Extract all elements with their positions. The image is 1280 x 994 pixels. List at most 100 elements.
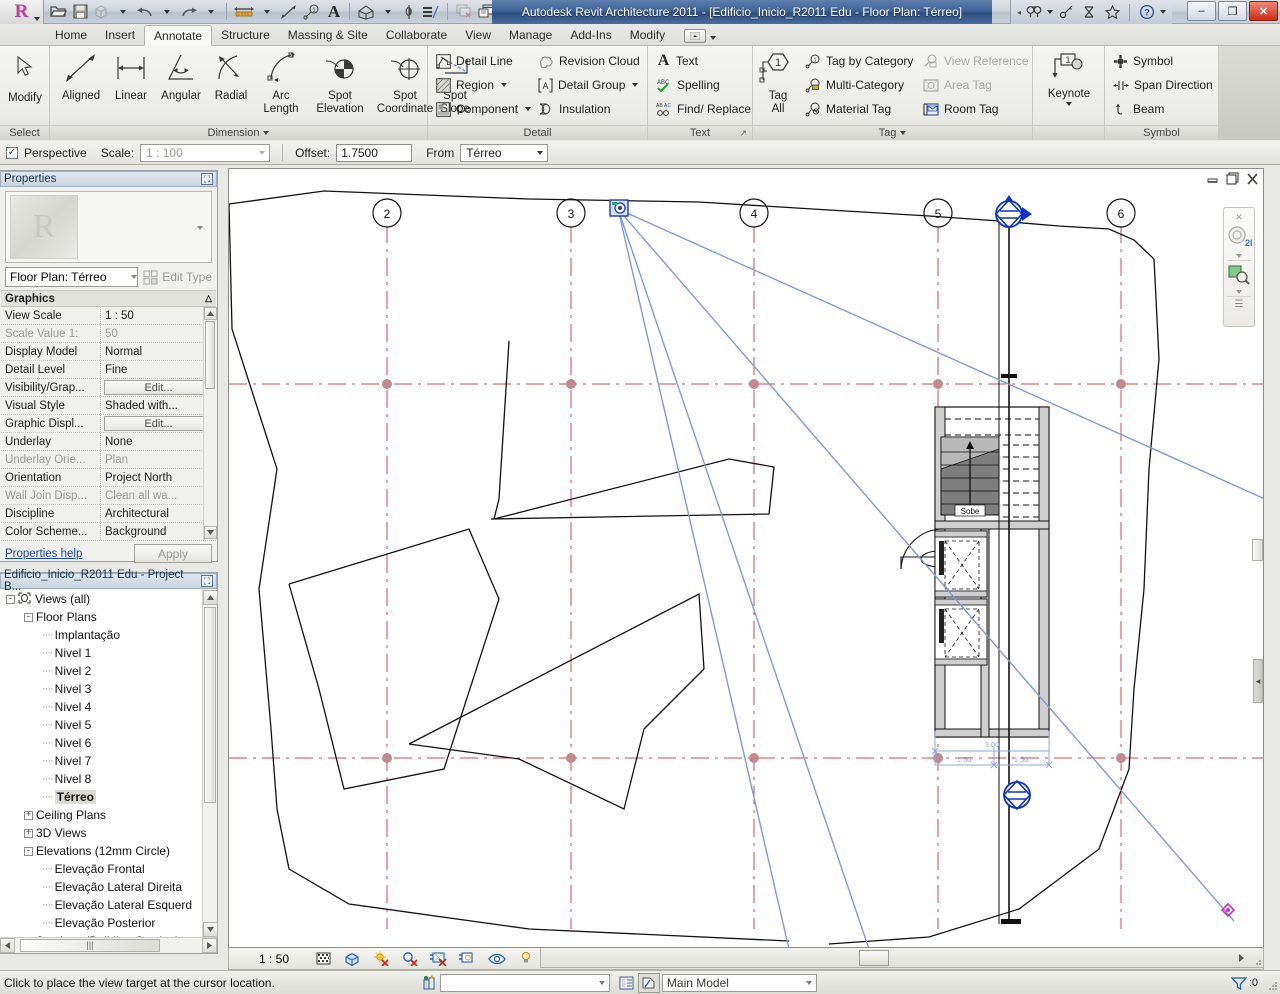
arc-length-button[interactable]: Arc Length: [254, 48, 308, 122]
navbar-close-icon[interactable]: ✕: [1235, 212, 1243, 223]
component-button[interactable]: Component: [436, 98, 532, 120]
default-3d-view-icon[interactable]: [355, 1, 377, 23]
panel-tag-expand-caret[interactable]: [900, 131, 907, 135]
property-edit-button[interactable]: Edit...: [104, 380, 213, 395]
view-close-icon[interactable]: [1246, 172, 1259, 188]
reveal-hidden-elements-icon[interactable]: [515, 949, 537, 969]
region-dropdown-caret[interactable]: [501, 83, 508, 87]
panel-text-dialog-launcher[interactable]: ↗: [739, 126, 747, 141]
ribbon-minimize-icon[interactable]: [684, 29, 707, 43]
properties-section-graphics[interactable]: Graphics △: [1, 291, 216, 307]
tree-item[interactable]: +3D Views: [0, 824, 202, 842]
type-selector-combo[interactable]: Floor Plan: Térreo: [5, 267, 139, 287]
apply-button[interactable]: Apply: [134, 544, 212, 563]
undo-dropdown-caret[interactable]: [157, 1, 177, 23]
collapse-icon[interactable]: -: [24, 612, 33, 622]
tab-structure[interactable]: Structure: [212, 24, 279, 45]
tree-item[interactable]: + Ceiling Plans: [0, 806, 202, 824]
angular-dimension-button[interactable]: Angular: [154, 48, 208, 122]
tree-item[interactable]: ···· Nivel 7: [0, 752, 202, 770]
edit-type-button[interactable]: Edit Type: [143, 269, 212, 285]
design-option-combo[interactable]: Main Model: [661, 973, 817, 992]
property-row[interactable]: Graphic Displ... Edit...: [1, 415, 216, 433]
material-tag-button[interactable]: Material Tag: [805, 98, 891, 120]
tab-home[interactable]: Home: [46, 24, 96, 45]
spelling-button[interactable]: ABC Spelling: [656, 74, 720, 96]
view-reference-button[interactable]: View Reference: [923, 50, 1029, 72]
browser-vertical-scrollbar[interactable]: [202, 590, 218, 937]
tab-insert[interactable]: Insert: [96, 24, 144, 45]
help-dropdown-caret[interactable]: [1160, 10, 1166, 14]
from-combo[interactable]: Térreo: [460, 143, 549, 162]
zoom-tool-icon[interactable]: [1226, 263, 1252, 288]
visual-style-icon[interactable]: [341, 949, 363, 969]
tree-item[interactable]: ···· Nivel 5: [0, 716, 202, 734]
infocenter-left-arrow[interactable]: ◂: [1017, 8, 1021, 17]
open-dropdown-caret[interactable]: [113, 1, 133, 23]
tree-item[interactable]: ···· Nivel 1: [0, 644, 202, 662]
help-icon[interactable]: ?: [1137, 1, 1157, 23]
room-tag-button[interactable]: Room Tag: [923, 98, 998, 120]
property-row[interactable]: Scale Value 1: 50: [1, 325, 216, 343]
tree-item[interactable]: ···· Elevação Lateral Esquerd: [0, 896, 202, 914]
canvas-vertical-scroll-thumb[interactable]: [1252, 539, 1263, 561]
aligned-dimension-button[interactable]: Aligned: [54, 48, 108, 122]
section-icon[interactable]: [399, 1, 419, 23]
communication-center-icon[interactable]: [1079, 1, 1099, 23]
save-icon[interactable]: [70, 1, 90, 23]
shadows-off-icon[interactable]: [399, 949, 421, 969]
property-row[interactable]: View Scale 1 : 50: [1, 307, 216, 325]
redo-dropdown-caret[interactable]: [201, 1, 221, 23]
tree-item[interactable]: ···· Nivel 6: [0, 734, 202, 752]
radial-dimension-button[interactable]: Radial: [204, 48, 258, 122]
tag-by-category-button[interactable]: 1 Tag by Category: [805, 50, 913, 72]
detail-group-button[interactable]: A Detail Group: [538, 74, 639, 96]
property-row[interactable]: Discipline Architectural: [1, 505, 216, 523]
canvas-hscroll-thumb[interactable]: [859, 949, 889, 966]
elevation-marker-bottom[interactable]: [1002, 779, 1032, 811]
redo-icon[interactable]: [178, 1, 200, 23]
property-row[interactable]: Wall Join Disp... Clean all wa...: [1, 487, 216, 505]
preview-dropdown-caret[interactable]: [197, 226, 203, 230]
subscription-center-icon[interactable]: [1056, 1, 1076, 23]
find-replace-button[interactable]: AB AC Find/ Replace: [656, 98, 751, 120]
tag-all-button[interactable]: 1 Tag All: [755, 48, 801, 122]
detail-group-dropdown-caret[interactable]: [632, 83, 639, 87]
beam-button[interactable]: Beam: [1113, 98, 1164, 120]
scroll-left-arrow[interactable]: [0, 938, 15, 953]
scroll-up-arrow[interactable]: [204, 307, 217, 320]
application-menu-button[interactable]: R: [0, 0, 44, 24]
collapse-icon[interactable]: -: [6, 594, 15, 604]
property-row[interactable]: Orientation Project North: [1, 469, 216, 487]
close-icon[interactable]: ⛶: [201, 173, 213, 185]
detail-line-button[interactable]: Detail Line: [436, 50, 513, 72]
span-direction-button[interactable]: Span Direction: [1113, 74, 1213, 96]
property-edit-button[interactable]: Edit...: [104, 416, 213, 431]
tree-item[interactable]: - Elevations (12mm Circle): [0, 842, 202, 860]
property-row[interactable]: Color Scheme... Background: [1, 523, 216, 541]
status-resize-grip[interactable]: [1262, 975, 1280, 991]
scroll-right-arrow[interactable]: [202, 938, 217, 953]
steering-wheel-icon[interactable]: 2D: [1226, 225, 1257, 252]
revision-cloud-button[interactable]: Revision Cloud: [538, 50, 640, 72]
temporary-hide-isolate-icon[interactable]: [486, 949, 508, 969]
close-hidden-windows-icon[interactable]: [453, 1, 475, 23]
panel-tag-title[interactable]: Tag: [753, 125, 1032, 140]
sun-path-off-icon[interactable]: [370, 949, 392, 969]
steering-wheel-caret[interactable]: [1236, 254, 1242, 258]
camera-target-marker[interactable]: [609, 199, 629, 217]
collapse-icon[interactable]: -: [24, 846, 33, 856]
detail-level-icon[interactable]: [312, 949, 334, 969]
tree-item[interactable]: - Floor Plans: [0, 608, 202, 626]
property-row[interactable]: Visual Style Shaded with...: [1, 397, 216, 415]
text-icon[interactable]: A: [324, 1, 344, 23]
ribbon-options-caret[interactable]: [710, 36, 717, 40]
crop-view-off-icon[interactable]: [457, 949, 479, 969]
tree-item[interactable]: ···· Implantação: [0, 626, 202, 644]
favorites-icon[interactable]: [1102, 1, 1122, 23]
tab-add-ins[interactable]: Add-Ins: [561, 24, 620, 45]
view-dropdown-caret[interactable]: [378, 1, 398, 23]
region-button[interactable]: Region: [436, 74, 508, 96]
expand-icon[interactable]: +: [24, 810, 33, 820]
properties-scrollbar[interactable]: [203, 307, 217, 539]
